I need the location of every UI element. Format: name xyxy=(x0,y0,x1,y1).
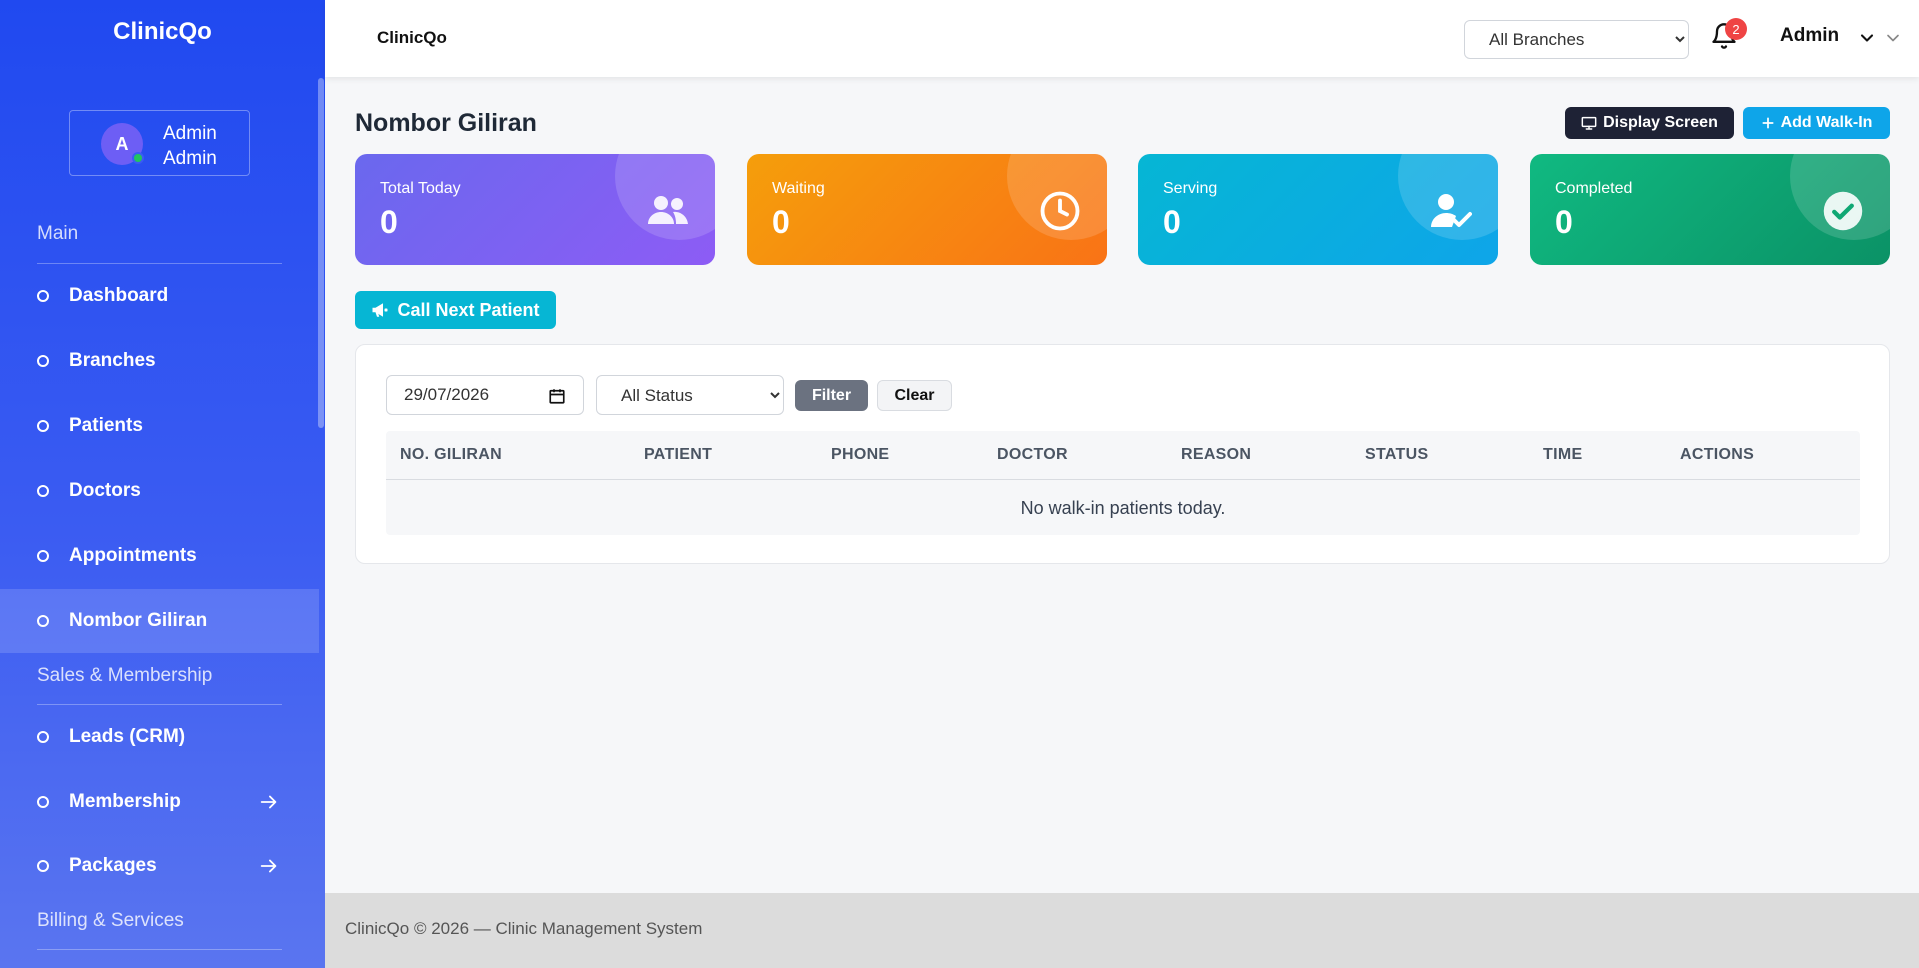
circle-icon xyxy=(37,731,49,743)
column-header-time[interactable]: TIME xyxy=(1543,446,1582,464)
add-walk-in-label: Add Walk-In xyxy=(1780,114,1873,131)
sidebar-item-leads-crm[interactable]: Leads (CRM) xyxy=(0,705,319,769)
filter-button[interactable]: Filter xyxy=(795,380,868,411)
megaphone-icon xyxy=(372,303,388,317)
status-filter-select[interactable]: All Status xyxy=(596,375,784,415)
circle-icon xyxy=(37,860,49,872)
column-header-status[interactable]: STATUS xyxy=(1365,446,1428,464)
sidebar-item-dashboard[interactable]: Dashboard xyxy=(0,264,319,328)
column-header-actions: ACTIONS xyxy=(1680,446,1755,463)
circle-icon xyxy=(37,420,49,432)
sidebar-item-label: Doctors xyxy=(69,480,141,501)
section-label-main: Main xyxy=(37,223,79,244)
section-label-sales-membership: Sales & Membership xyxy=(37,665,213,686)
circle-icon xyxy=(37,290,49,302)
notification-badge: 2 xyxy=(1725,18,1747,40)
header-app-name: ClinicQo xyxy=(377,28,447,47)
online-status-dot xyxy=(132,152,144,164)
check-circle-icon xyxy=(1820,188,1866,234)
sidebar-item-label: Leads (CRM) xyxy=(69,726,186,747)
column-header-phone[interactable]: PHONE xyxy=(831,446,889,464)
add-walk-in-button[interactable]: Add Walk-In xyxy=(1743,107,1890,139)
sidebar-item-membership[interactable]: Membership xyxy=(0,770,319,834)
stat-card-waiting: Waiting 0 xyxy=(747,154,1107,265)
clear-button[interactable]: Clear xyxy=(877,380,952,411)
user-info: Admin Admin xyxy=(163,121,217,171)
user-check-icon xyxy=(1428,188,1474,234)
stat-value: 0 xyxy=(772,204,790,240)
chevron-down-icon[interactable] xyxy=(1857,28,1877,48)
stat-label: Waiting xyxy=(772,180,825,197)
user-name: Admin xyxy=(163,123,217,144)
circle-icon xyxy=(37,550,49,562)
table-empty-message: No walk-in patients today. xyxy=(1020,497,1226,518)
circle-icon xyxy=(37,485,49,497)
monitor-icon xyxy=(1581,116,1597,130)
user-card[interactable]: A Admin Admin xyxy=(69,110,250,176)
stat-value: 0 xyxy=(380,204,398,240)
admin-menu[interactable]: Admin xyxy=(1780,25,1839,47)
sidebar-item-branches[interactable]: Branches xyxy=(0,329,319,393)
section-label-billing-services: Billing & Services xyxy=(37,910,184,931)
sidebar-item-appointments[interactable]: Appointments xyxy=(0,524,319,588)
avatar-letter: A xyxy=(115,133,129,154)
top-bar: ClinicQo All Branches 2 Admin xyxy=(325,0,1919,77)
sidebar-item-label: Nombor Giliran xyxy=(69,610,208,631)
stat-value: 0 xyxy=(1555,204,1573,240)
sidebar-item-packages[interactable]: Packages xyxy=(0,834,319,898)
calendar-icon[interactable] xyxy=(548,387,566,405)
call-next-patient-button[interactable]: Call Next Patient xyxy=(355,291,556,329)
stat-value: 0 xyxy=(1163,204,1181,240)
display-screen-button[interactable]: Display Screen xyxy=(1565,107,1734,139)
plus-icon xyxy=(1762,117,1774,129)
footer: ClinicQo © 2026 — Clinic Management Syst… xyxy=(325,893,1919,968)
sidebar-item-nombor-giliran[interactable]: Nombor Giliran xyxy=(0,589,319,653)
sidebar-item-label: Branches xyxy=(69,350,156,371)
display-screen-label: Display Screen xyxy=(1603,114,1718,131)
avatar: A xyxy=(101,123,144,165)
page-title: Nombor Giliran xyxy=(355,109,537,137)
circle-icon xyxy=(37,355,49,367)
section-divider xyxy=(37,949,282,950)
sidebar-item-label: Appointments xyxy=(69,545,197,566)
sidebar-scrollbar[interactable] xyxy=(318,78,324,428)
sidebar-item-label: Membership xyxy=(69,791,181,812)
users-icon xyxy=(645,188,691,234)
chevron-down-icon[interactable] xyxy=(1883,28,1903,48)
column-header-reason[interactable]: REASON xyxy=(1181,446,1251,464)
branch-select[interactable]: All Branches xyxy=(1464,20,1689,59)
stat-card-serving: Serving 0 xyxy=(1138,154,1498,265)
column-header-no-giliran[interactable]: NO. GILIRAN xyxy=(400,446,502,464)
stat-label: Completed xyxy=(1555,180,1633,197)
column-header-doctor[interactable]: DOCTOR xyxy=(997,446,1068,464)
sidebar-item-doctors[interactable]: Doctors xyxy=(0,459,319,523)
arrow-right-icon xyxy=(260,859,277,873)
sidebar-item-patients[interactable]: Patients xyxy=(0,394,319,458)
table-header: NO. GILIRAN PATIENT PHONE DOCTOR REASON … xyxy=(386,431,1860,480)
stat-card-total-today: Total Today 0 xyxy=(355,154,715,265)
sidebar-item-label: Packages xyxy=(69,855,157,876)
brand-logo[interactable]: ClinicQo xyxy=(0,18,325,46)
sidebar-item-label: Patients xyxy=(69,415,143,436)
walk-in-panel: 29/07/2026 All Status Filter Clear NO. G… xyxy=(355,344,1890,564)
circle-icon xyxy=(37,615,49,627)
column-header-patient[interactable]: PATIENT xyxy=(644,446,712,464)
arrow-right-icon xyxy=(260,795,277,809)
call-next-label: Call Next Patient xyxy=(397,299,540,320)
stat-label: Total Today xyxy=(380,180,461,197)
stat-label: Serving xyxy=(1163,180,1218,197)
date-filter-input[interactable]: 29/07/2026 xyxy=(386,375,584,415)
sidebar-item-label: Dashboard xyxy=(69,285,169,306)
footer-text: ClinicQo © 2026 — Clinic Management Syst… xyxy=(345,919,703,938)
user-role: Admin xyxy=(163,148,217,169)
clock-icon xyxy=(1037,188,1083,234)
sidebar: ClinicQo A Admin Admin Main Dashboard Br… xyxy=(0,0,325,968)
date-value: 29/07/2026 xyxy=(404,385,490,404)
walk-in-table: NO. GILIRAN PATIENT PHONE DOCTOR REASON … xyxy=(386,431,1860,535)
stat-card-completed: Completed 0 xyxy=(1530,154,1890,265)
circle-icon xyxy=(37,796,49,808)
